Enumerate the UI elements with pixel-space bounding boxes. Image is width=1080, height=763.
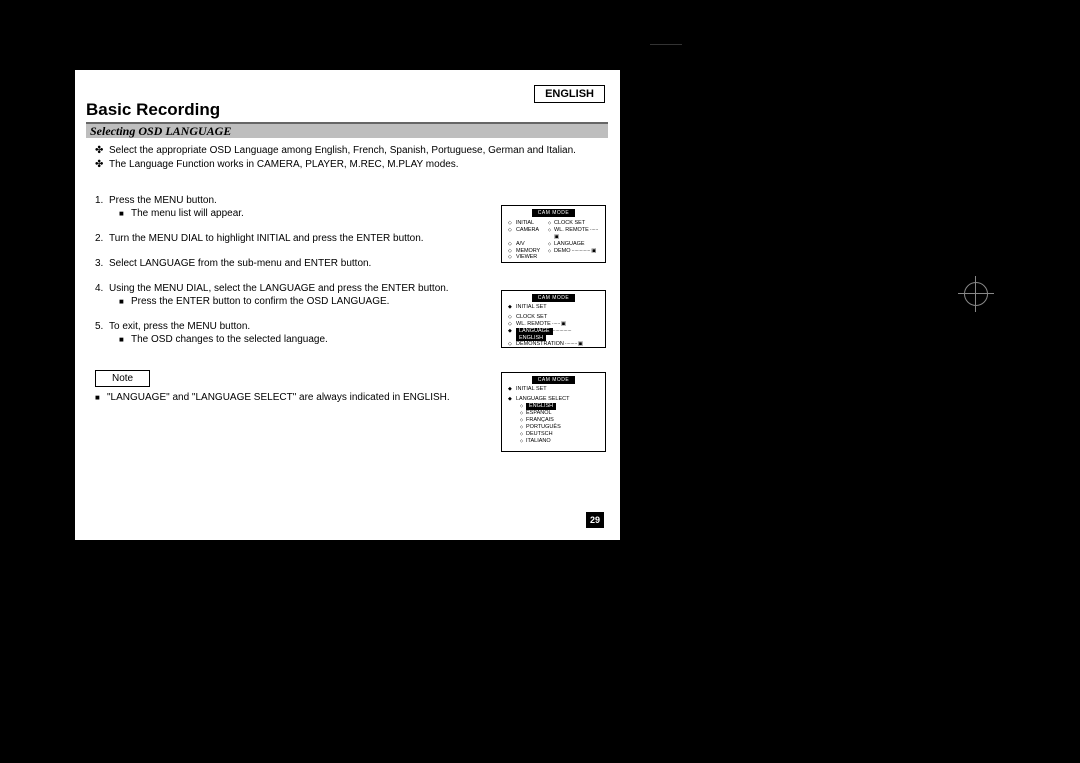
- step-number: 1.: [95, 195, 109, 206]
- language-badge: ENGLISH: [534, 85, 605, 103]
- note-text-line: ■ "LANGUAGE" and "LANGUAGE SELECT" are a…: [95, 392, 450, 403]
- bullet-icon: ✤: [95, 144, 109, 158]
- registration-mark-icon: [958, 276, 994, 312]
- step-text: Using the MENU DIAL, select the LANGUAGE…: [109, 283, 449, 294]
- steps-list: 1.Press the MENU button. ■The menu list …: [95, 195, 495, 359]
- step-text: Select LANGUAGE from the sub-menu and EN…: [109, 258, 371, 269]
- intro-block: ✤Select the appropriate OSD Language amo…: [95, 144, 576, 171]
- step-sub: The OSD changes to the selected language…: [131, 334, 328, 345]
- header-faint-line: [650, 44, 682, 45]
- square-bullet-icon: ■: [119, 209, 131, 219]
- osd-screenshot-3: CAM MODE ◆INITIAL SET ◆LANGUAGE SELECT ◇…: [501, 372, 606, 452]
- note-text: "LANGUAGE" and "LANGUAGE SELECT" are alw…: [107, 392, 450, 403]
- note-label-box: Note: [95, 370, 150, 387]
- square-bullet-icon: ■: [119, 297, 131, 307]
- step-sub: The menu list will appear.: [131, 208, 244, 219]
- step-number: 2.: [95, 233, 109, 244]
- osd-title: CAM MODE: [532, 376, 576, 384]
- intro-line: The Language Function works in CAMERA, P…: [109, 158, 459, 172]
- step-text: Turn the MENU DIAL to highlight INITIAL …: [109, 233, 424, 244]
- square-bullet-icon: ■: [119, 335, 131, 345]
- section-title: Selecting OSD LANGUAGE: [86, 122, 608, 138]
- osd-title: CAM MODE: [532, 209, 576, 217]
- osd-screenshot-1: CAM MODE ◇INITIAL◇CLOCK SET ◇CAMERA◇WL. …: [501, 205, 606, 263]
- step-number: 3.: [95, 258, 109, 269]
- intro-line: Select the appropriate OSD Language amon…: [109, 144, 576, 158]
- osd-title: CAM MODE: [532, 294, 576, 302]
- step-sub: Press the ENTER button to confirm the OS…: [131, 296, 389, 307]
- page-title: Basic Recording: [86, 100, 220, 120]
- step-number: 4.: [95, 283, 109, 294]
- manual-page: ENGLISH Basic Recording Selecting OSD LA…: [75, 70, 620, 540]
- square-bullet-icon: ■: [95, 393, 107, 403]
- osd-screenshot-2: CAM MODE ◆INITIAL SET ◇CLOCK SET ◇WL. RE…: [501, 290, 606, 348]
- page-number: 29: [586, 512, 604, 528]
- step-number: 5.: [95, 321, 109, 332]
- step-text: To exit, press the MENU button.: [109, 321, 250, 332]
- bullet-icon: ✤: [95, 158, 109, 172]
- step-text: Press the MENU button.: [109, 195, 217, 206]
